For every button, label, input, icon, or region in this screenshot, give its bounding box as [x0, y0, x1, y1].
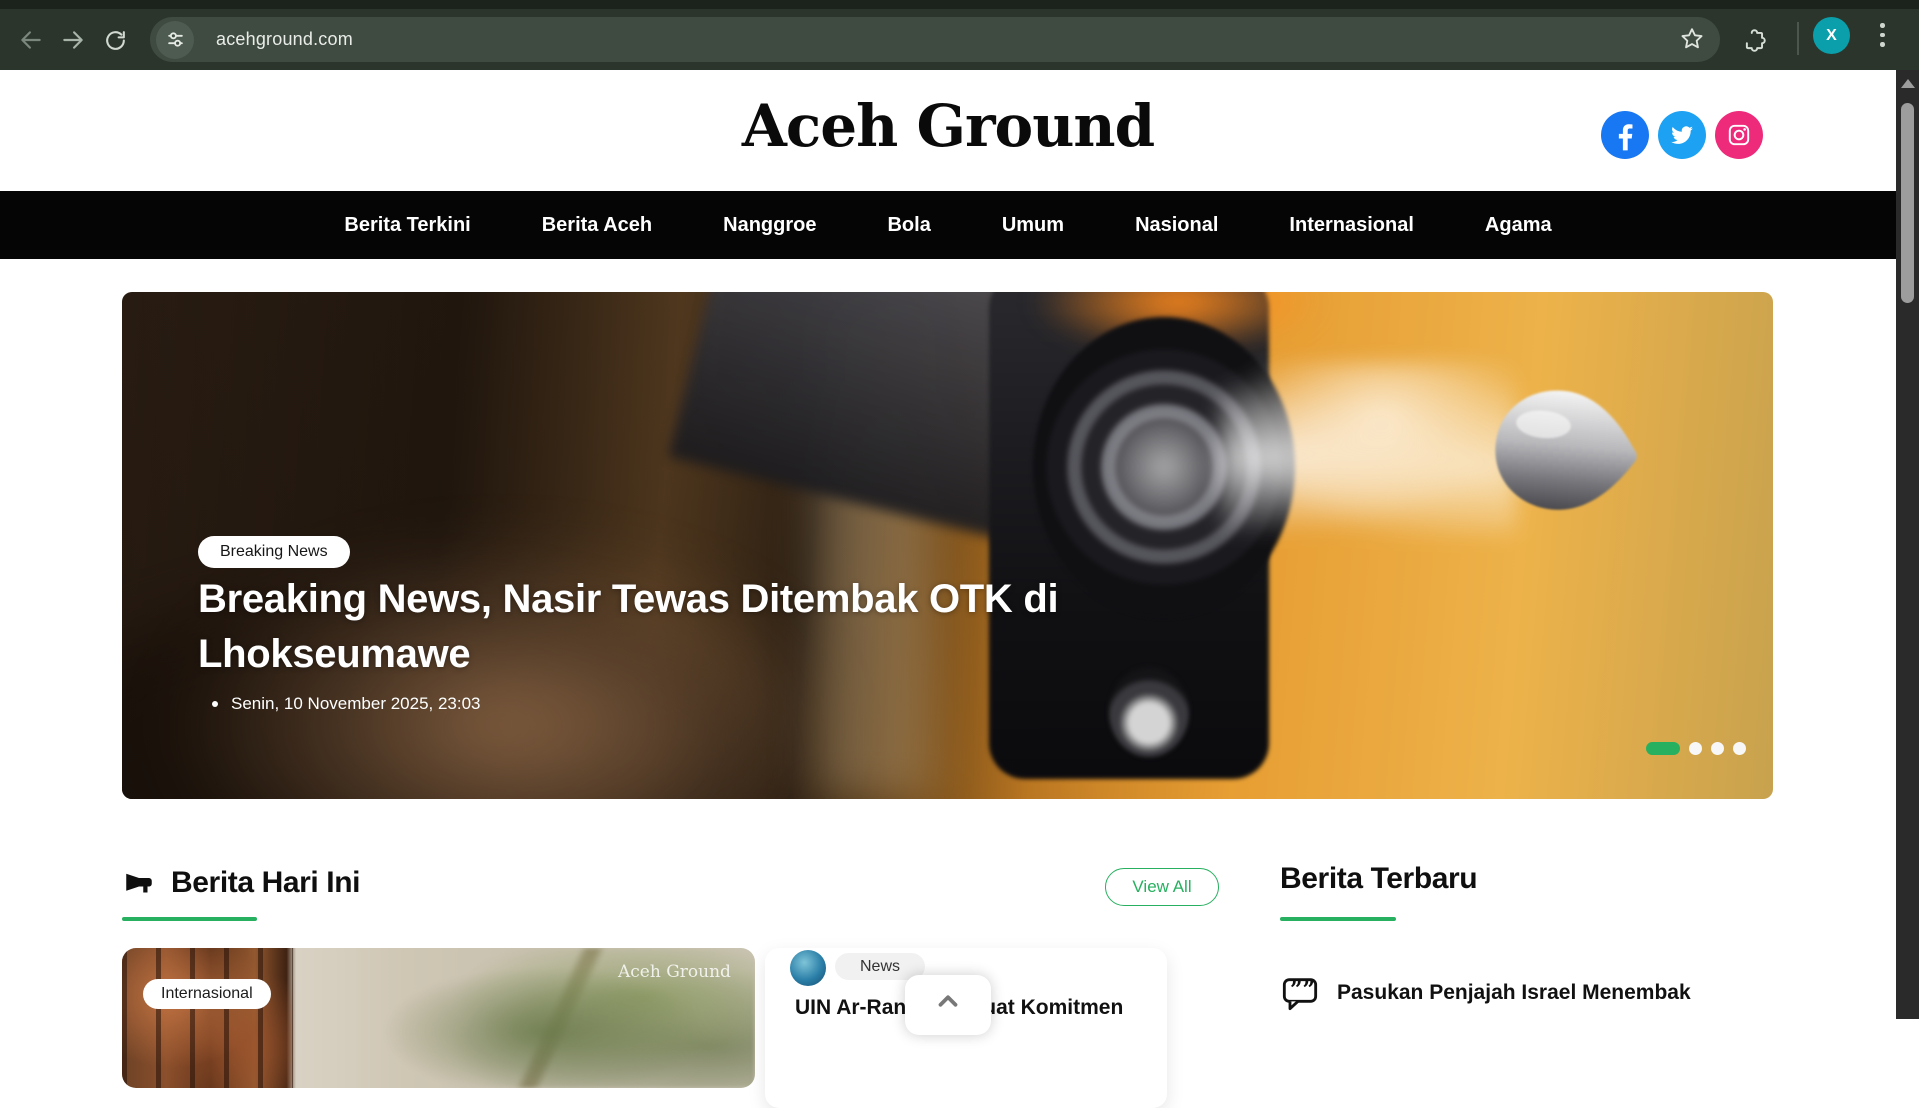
main-nav: Berita Terkini Berita Aceh Nanggroe Bola…	[0, 191, 1896, 259]
star-icon	[1678, 25, 1706, 53]
back-icon	[18, 27, 44, 53]
menu-dot	[1880, 23, 1885, 28]
article-avatar	[790, 950, 826, 986]
scrollbar-up-arrow[interactable]	[1901, 79, 1915, 88]
carousel-dots	[1646, 742, 1746, 755]
nav-item-umum[interactable]: Umum	[1002, 214, 1064, 237]
hero-headline-line2: Lhokseumawe	[198, 632, 470, 676]
nav-item-berita-aceh[interactable]: Berita Aceh	[542, 214, 652, 237]
reload-button[interactable]	[100, 25, 130, 55]
svg-text:””: ””	[1290, 978, 1315, 1003]
nav-item-nanggroe[interactable]: Nanggroe	[723, 214, 816, 237]
toolbar-divider	[1797, 22, 1799, 55]
hero-image	[122, 292, 1773, 799]
instagram-link[interactable]	[1715, 111, 1763, 159]
image-watermark: Aceh Ground	[618, 962, 731, 982]
browser-toolbar: acehground.com X	[0, 0, 1919, 70]
nav-item-agama[interactable]: Agama	[1485, 214, 1552, 237]
chevron-up-icon	[933, 986, 963, 1016]
window-top-strip	[0, 0, 1919, 9]
nav-item-internasional[interactable]: Internasional	[1289, 214, 1413, 237]
scroll-to-top-button[interactable]	[905, 975, 991, 1035]
hero-headline-line1: Breaking News, Nasir Tewas Ditembak OTK …	[198, 577, 1058, 621]
bullet-dot	[212, 701, 218, 707]
nav-item-bola[interactable]: Bola	[887, 214, 930, 237]
back-button[interactable]	[16, 25, 46, 55]
hero-date: Senin, 10 November 2025, 23:03	[212, 694, 481, 714]
latest-underline	[1280, 917, 1396, 921]
facebook-link[interactable]	[1601, 111, 1649, 159]
article-card-image[interactable]: Aceh Ground Internasional	[122, 948, 755, 1088]
forward-button[interactable]	[58, 25, 88, 55]
today-section-title: Berita Hari Ini	[171, 866, 360, 900]
today-underline	[122, 917, 257, 921]
quote-icon: ””	[1280, 974, 1320, 1014]
scrollbar-thumb[interactable]	[1901, 103, 1914, 303]
instagram-icon	[1726, 122, 1752, 148]
latest-section-header: Berita Terbaru	[1280, 862, 1477, 896]
url-text[interactable]: acehground.com	[216, 29, 353, 50]
profile-initial: X	[1826, 27, 1837, 45]
latest-section-title: Berita Terbaru	[1280, 862, 1477, 896]
nav-item-berita-terkini[interactable]: Berita Terkini	[344, 214, 470, 237]
page-scrollbar[interactable]	[1896, 70, 1919, 1019]
megaphone-icon	[122, 866, 156, 900]
carousel-dot[interactable]	[1711, 742, 1724, 755]
address-bar[interactable]: acehground.com	[150, 17, 1720, 62]
category-badge-internasional[interactable]: Internasional	[143, 979, 271, 1009]
facebook-icon	[1602, 112, 1648, 158]
menu-dot	[1880, 33, 1885, 38]
reload-icon	[103, 28, 128, 53]
nav-item-nasional[interactable]: Nasional	[1135, 214, 1218, 237]
twitter-link[interactable]	[1658, 111, 1706, 159]
browser-menu-button[interactable]	[1880, 23, 1886, 52]
latest-list-item[interactable]: ”” Pasukan Penjajah Israel Menembak	[1280, 974, 1787, 1014]
carousel-dot[interactable]	[1733, 742, 1746, 755]
twitter-icon	[1669, 122, 1695, 148]
today-section-header: Berita Hari Ini	[122, 866, 360, 900]
view-all-button[interactable]: View All	[1105, 868, 1219, 906]
card-image-door-part	[122, 948, 293, 1088]
site-header: Aceh Ground	[0, 70, 1896, 191]
carousel-dot[interactable]	[1689, 742, 1702, 755]
hero-carousel[interactable]: Breaking News Breaking News, Nasir Tewas…	[122, 292, 1773, 799]
latest-item-title[interactable]: Pasukan Penjajah Israel Menembak	[1337, 974, 1787, 1007]
tune-icon	[166, 30, 185, 49]
extensions-button[interactable]	[1740, 25, 1770, 55]
forward-icon	[60, 27, 86, 53]
breaking-news-badge: Breaking News	[198, 536, 350, 568]
profile-avatar[interactable]: X	[1813, 17, 1850, 54]
menu-dot	[1880, 42, 1885, 47]
carousel-dot-active[interactable]	[1646, 742, 1680, 755]
bookmark-button[interactable]	[1678, 25, 1706, 58]
site-settings-button[interactable]	[156, 21, 194, 59]
social-links	[1601, 111, 1763, 159]
hero-headline[interactable]: Breaking News, Nasir Tewas Ditembak OTK …	[198, 572, 1318, 682]
extensions-icon	[1742, 27, 1768, 53]
